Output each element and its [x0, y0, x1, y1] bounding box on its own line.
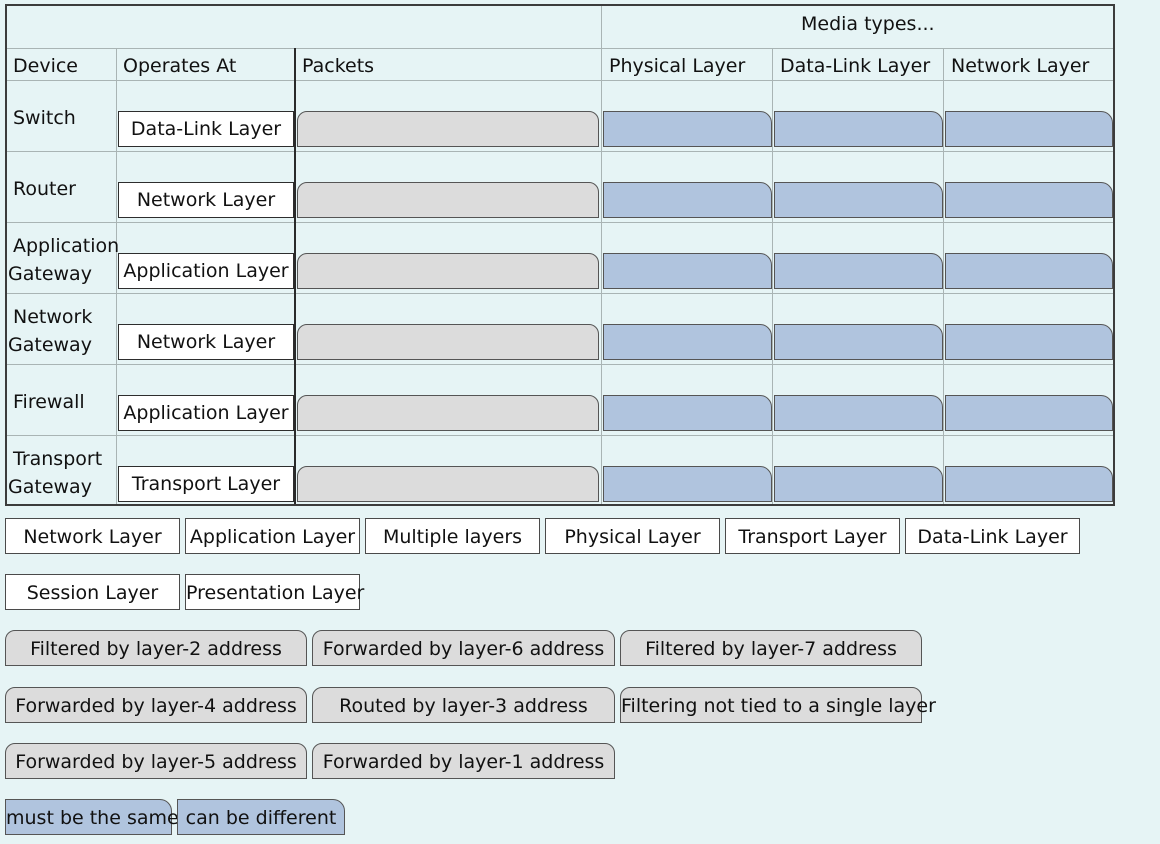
data-link-media-drop-slot[interactable] — [774, 111, 943, 147]
physical-media-drop-slot[interactable] — [603, 253, 772, 289]
device-label: Switch — [13, 107, 76, 129]
column-divider — [294, 48, 296, 504]
layer-tile[interactable]: Session Layer — [5, 574, 180, 610]
device-label: Gateway — [8, 476, 92, 498]
packet-tile[interactable]: Forwarded by layer-1 address — [312, 743, 615, 779]
data-link-media-drop-slot[interactable] — [774, 182, 943, 218]
network-media-drop-slot[interactable] — [945, 395, 1113, 431]
packet-tile[interactable]: Forwarded by layer-4 address — [5, 687, 307, 723]
packets-drop-slot[interactable] — [297, 466, 599, 502]
device-label: Network — [13, 306, 93, 328]
column-header-device: Device — [13, 55, 78, 77]
device-label: Application — [13, 235, 120, 257]
packet-tile[interactable]: Forwarded by layer-5 address — [5, 743, 307, 779]
physical-media-drop-slot[interactable] — [603, 395, 772, 431]
layer-tile[interactable]: Multiple layers — [365, 518, 540, 554]
layer-tile[interactable]: Presentation Layer — [185, 574, 364, 610]
row-divider — [7, 293, 1113, 294]
column-header-physical-layer: Physical Layer — [609, 55, 746, 77]
layer-tile[interactable]: Application Layer — [185, 518, 360, 554]
device-label: Transport — [13, 448, 103, 470]
device-table: Media types... Device Operates At Packet… — [5, 4, 1115, 506]
operates-at-slot[interactable]: Transport Layer — [118, 466, 294, 502]
device-label: Gateway — [8, 263, 92, 285]
packets-drop-slot[interactable] — [297, 395, 599, 431]
device-label: Gateway — [8, 334, 92, 356]
layer-tile[interactable]: Transport Layer — [725, 518, 900, 554]
column-header-network-layer: Network Layer — [951, 55, 1090, 77]
row-divider — [7, 435, 1113, 436]
network-media-drop-slot[interactable] — [945, 111, 1113, 147]
operates-at-slot[interactable]: Network Layer — [118, 182, 294, 218]
media-types-header: Media types... — [801, 13, 935, 35]
row-divider — [7, 364, 1113, 365]
layer-tile[interactable]: Data-Link Layer — [905, 518, 1080, 554]
packets-drop-slot[interactable] — [297, 324, 599, 360]
layer-tile[interactable]: Network Layer — [5, 518, 180, 554]
packet-tile[interactable]: Filtered by layer-7 address — [620, 630, 922, 666]
network-media-drop-slot[interactable] — [945, 324, 1113, 360]
layer-tile[interactable]: Physical Layer — [545, 518, 720, 554]
physical-media-drop-slot[interactable] — [603, 182, 772, 218]
column-header-data-link-layer: Data-Link Layer — [780, 55, 931, 77]
column-header-operates-at: Operates At — [123, 55, 237, 77]
operates-at-slot[interactable]: Data-Link Layer — [118, 111, 294, 147]
operates-at-slot[interactable]: Application Layer — [118, 253, 294, 289]
column-divider — [116, 48, 117, 504]
data-link-media-drop-slot[interactable] — [774, 324, 943, 360]
packet-tile[interactable]: Routed by layer-3 address — [312, 687, 615, 723]
column-divider — [772, 48, 773, 504]
device-label: Firewall — [13, 391, 85, 413]
operates-at-slot[interactable]: Network Layer — [118, 324, 294, 360]
packets-drop-slot[interactable] — [297, 253, 599, 289]
network-media-drop-slot[interactable] — [945, 182, 1113, 218]
row-divider — [7, 222, 1113, 223]
data-link-media-drop-slot[interactable] — [774, 466, 943, 502]
packet-tile[interactable]: Filtering not tied to a single layer — [620, 687, 936, 723]
media-tile[interactable]: can be different — [177, 799, 345, 835]
physical-media-drop-slot[interactable] — [603, 324, 772, 360]
packets-drop-slot[interactable] — [297, 182, 599, 218]
packet-tile[interactable]: Forwarded by layer-6 address — [312, 630, 615, 666]
device-label: Router — [13, 178, 76, 200]
physical-media-drop-slot[interactable] — [603, 466, 772, 502]
data-link-media-drop-slot[interactable] — [774, 395, 943, 431]
physical-media-drop-slot[interactable] — [603, 111, 772, 147]
packet-tile[interactable]: Filtered by layer-2 address — [5, 630, 307, 666]
header-divider — [7, 48, 1113, 49]
header-bottom-divider — [7, 80, 1113, 81]
network-media-drop-slot[interactable] — [945, 466, 1113, 502]
column-divider — [601, 6, 602, 504]
operates-at-slot[interactable]: Application Layer — [118, 395, 294, 431]
packets-drop-slot[interactable] — [297, 111, 599, 147]
row-divider — [7, 151, 1113, 152]
media-tile[interactable]: must be the same — [5, 799, 179, 835]
column-header-packets: Packets — [302, 55, 375, 77]
column-divider — [943, 48, 944, 504]
data-link-media-drop-slot[interactable] — [774, 253, 943, 289]
network-media-drop-slot[interactable] — [945, 253, 1113, 289]
